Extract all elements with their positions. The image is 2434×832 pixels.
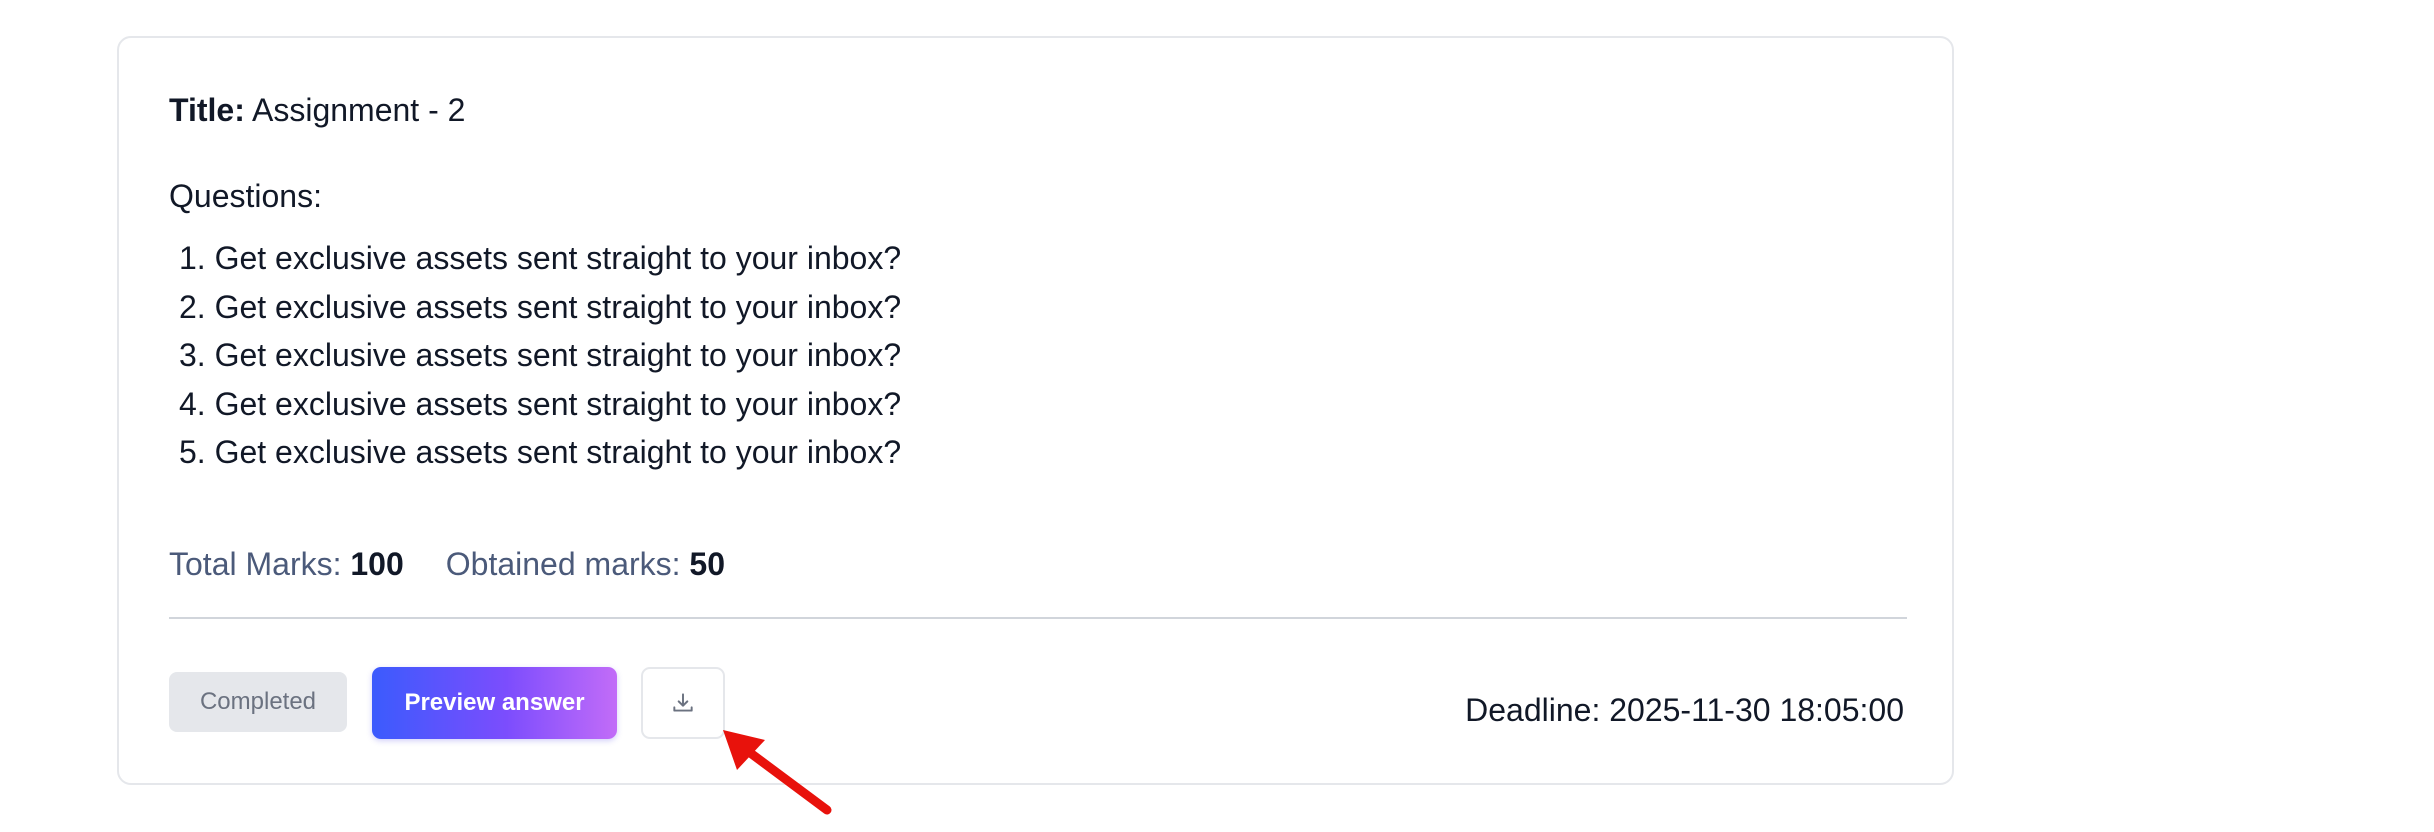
total-marks: Total Marks: 100	[169, 544, 404, 584]
question-item: 3. Get exclusive assets sent straight to…	[179, 337, 902, 373]
total-marks-label: Total Marks:	[169, 546, 342, 582]
completed-status-badge: Completed	[169, 672, 347, 732]
deadline-text: Deadline: 2025-11-30 18:05:00	[1465, 692, 1904, 728]
assignment-title: Title: Assignment - 2	[169, 90, 465, 130]
divider	[169, 617, 1907, 619]
title-value: Assignment - 2	[244, 92, 466, 128]
download-button[interactable]	[641, 667, 725, 739]
obtained-marks-label: Obtained marks:	[445, 546, 681, 582]
preview-answer-button[interactable]: Preview answer	[372, 667, 617, 739]
question-item: 4. Get exclusive assets sent straight to…	[179, 385, 902, 422]
total-marks-value: 100	[350, 546, 404, 582]
question-item: 2. Get exclusive assets sent straight to…	[179, 288, 902, 325]
obtained-marks: Obtained marks: 50	[446, 544, 725, 584]
question-item: 1. Get exclusive assets sent straight to…	[179, 240, 902, 276]
question-list: 1. Get exclusive assets sent straight to…	[179, 234, 901, 477]
assignment-card: Title: Assignment - 2 Questions: 1. Get …	[117, 36, 1954, 785]
annotation-arrow-icon	[723, 730, 832, 815]
marks-summary: Total Marks: 100 Obtained marks: 50	[169, 544, 725, 584]
obtained-marks-value: 50	[689, 546, 726, 582]
title-label: Title:	[169, 92, 245, 128]
download-icon	[673, 693, 693, 712]
questions-heading: Questions:	[169, 178, 322, 214]
question-item: 5. Get exclusive assets sent straight to…	[179, 434, 902, 470]
